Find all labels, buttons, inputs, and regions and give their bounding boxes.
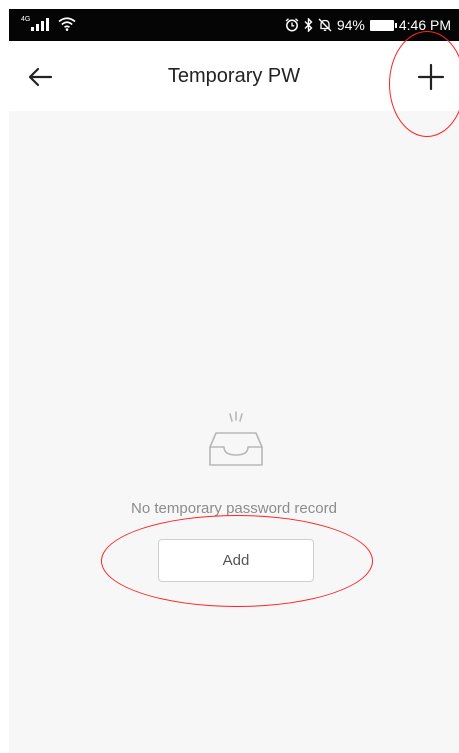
empty-inbox-icon [209,411,263,466]
signal-icon [31,17,50,31]
status-right: 94% 4:46 PM [285,16,451,34]
network-type: 4G [21,16,31,23]
plus-icon[interactable] [415,61,447,93]
page-title: Temporary PW [167,65,301,87]
status-time: 4:46 PM [398,17,451,33]
empty-state-area: No temporary password record Add [9,111,459,753]
app-header: Temporary PW [9,41,459,111]
battery-percent: 94% [336,17,365,33]
add-button[interactable]: Add [158,539,314,582]
phone-screen: 4G 94% 4:46 PM Temporary PW No temporary… [9,9,459,753]
alarm-icon [285,18,299,32]
status-bar: 4G 94% 4:46 PM [9,9,459,41]
status-left: 4G [21,16,76,31]
bluetooth-icon [304,18,313,32]
mute-icon [318,18,332,32]
empty-message: No temporary password record [131,500,337,517]
battery-icon [369,19,397,31]
wifi-icon [58,17,76,31]
